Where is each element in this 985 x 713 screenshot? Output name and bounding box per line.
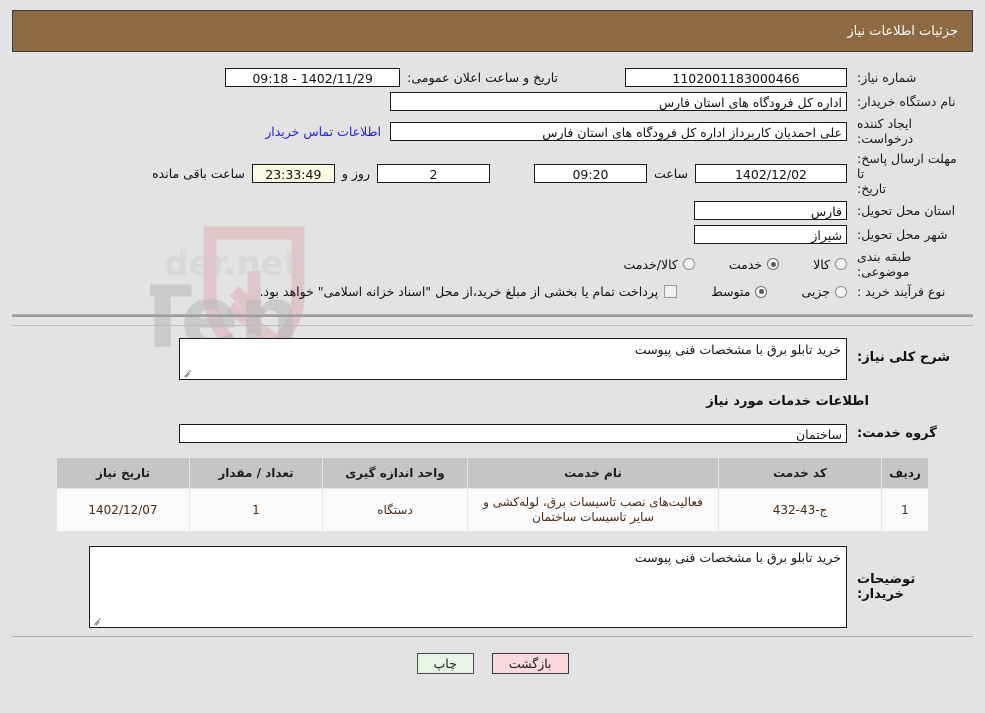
category-option-goods-label: کالا [813,256,830,272]
process-option-medium[interactable]: متوسط [711,284,768,299]
table-row: 1 ج-43-432 فعالیت‌های نصب تاسیسات برق، ل… [56,488,929,532]
table-header-row: ردیف کد خدمت نام خدمت واحد اندازه گیری ت… [56,457,929,489]
need-number-label: شماره نیاز: [857,70,917,85]
col-header-qty: تعداد / مقدار [189,457,323,489]
buyer-notes-label: توضیحات خریدار: [857,572,916,602]
services-table: ردیف کد خدمت نام خدمت واحد اندازه گیری ت… [56,457,929,532]
row-city: شهر محل تحویل: شیراز [12,225,973,244]
row-buyer-org: نام دستگاه خریدار: اداره کل فرودگاه های … [12,92,973,111]
page-title: جزئیات اطلاعات نیاز [847,23,958,39]
row-category: طبقه بندی موضوعی: کالا خدمت کالا/خدمت [12,249,973,279]
services-table-wrap: ردیف کد خدمت نام خدمت واحد اندازه گیری ت… [56,457,929,532]
cell-name: فعالیت‌های نصب تاسیسات برق، لوله‌کشی و س… [467,488,719,532]
category-radio-group: کالا خدمت کالا/خدمت [589,257,847,272]
print-button[interactable]: چاپ [416,653,474,674]
category-option-service-label: خدمت [728,256,763,272]
row-need-number: شماره نیاز: 1102001183000466 تاریخ و ساع… [12,68,973,87]
category-option-goods-service-label: کالا/خدمت [623,256,678,272]
province-value: فارس [694,201,847,220]
back-button[interactable]: بازگشت [491,653,569,674]
radio-icon[interactable] [835,258,847,270]
action-button-bar: بازگشت چاپ [0,653,985,674]
radio-icon[interactable] [767,258,780,270]
category-label: طبقه بندی موضوعی: [857,249,912,279]
row-service-group: گروه خدمت: ساختمان [12,424,973,443]
col-header-name: نام خدمت [467,457,719,489]
process-label: نوع فرآیند خرید : [857,284,946,299]
buyer-notes-textarea[interactable]: خرید تابلو برق با مشخصات فنی پیوست [89,546,847,628]
radio-icon[interactable] [682,258,695,270]
deadline-label-line1: مهلت ارسال پاسخ: تا [857,151,957,181]
treasury-checkbox[interactable] [664,285,678,298]
days-label: روز و [341,166,370,181]
process-option-minor[interactable]: جزیی [801,284,847,299]
announce-label: تاریخ و ساعت اعلان عمومی: [407,70,558,85]
city-label: شهر محل تحویل: [857,227,948,242]
resize-grip-icon[interactable] [183,368,192,377]
radio-icon[interactable] [835,285,847,298]
buyer-org-value: اداره کل فرودگاه های استان فارس [390,92,847,111]
row-deadline: مهلت ارسال پاسخ: تا تاریخ: 1402/12/02 سا… [12,151,973,196]
hour-label: ساعت [653,166,688,181]
general-desc-label: شرح کلی نیاز: [857,350,951,365]
creator-value: علی احمدیان کاربرداز اداره کل فرودگاه ها… [390,121,847,141]
cell-qty: 1 [189,488,323,532]
row-creator: ایجاد کننده درخواست: علی احمدیان کاربردا… [12,116,973,146]
cell-code: ج-43-432 [718,488,882,532]
buyer-notes-value: خرید تابلو برق با مشخصات فنی پیوست [634,550,841,565]
announce-value: 1402/11/29 - 09:18 [225,68,401,87]
col-header-unit: واحد اندازه گیری [322,457,468,489]
service-group-label: گروه خدمت: [857,426,937,441]
radio-icon[interactable] [755,285,768,298]
process-radio-group: جزیی متوسط [677,284,847,299]
treasury-checkbox-label: پرداخت تمام یا بخشی از مبلغ خرید،از محل … [259,284,659,299]
category-option-service[interactable]: خدمت [728,256,780,272]
general-desc-textarea[interactable]: خرید تابلو برق با مشخصات فنی پیوست [179,338,847,380]
category-option-goods[interactable]: کالا [813,257,847,272]
row-process: نوع فرآیند خرید : جزیی متوسط پرداخت تمام… [12,284,973,299]
cell-unit: دستگاه [322,488,468,532]
deadline-label-line2: تاریخ: [857,181,887,196]
days-remaining-value: 2 [376,164,490,183]
col-header-code: کد خدمت [718,457,882,489]
title-bar: جزئیات اطلاعات نیاز [12,10,973,52]
deadline-label: مهلت ارسال پاسخ: تا تاریخ: [847,151,965,196]
process-option-medium-label: متوسط [711,284,751,299]
province-label: استان محل تحویل: [857,203,956,218]
need-number-value: 1102001183000466 [625,68,847,87]
row-buyer-notes: توضیحات خریدار: خرید تابلو برق با مشخصات… [12,546,973,628]
services-section-title: اطلاعات خدمات مورد نیاز [706,394,869,409]
service-info-panel: شرح کلی نیاز: خرید تابلو برق با مشخصات ف… [12,325,973,637]
cell-date: 1402/12/07 [56,488,190,532]
countdown-value: 23:33:49 [251,164,335,183]
panel-divider [12,315,973,317]
buyer-contact-link[interactable]: اطلاعات تماس خریدار [256,124,390,139]
deadline-date-value: 1402/12/02 [695,164,847,183]
col-header-radif: ردیف [881,457,929,489]
row-province: استان محل تحویل: فارس [12,201,973,220]
countdown-label: ساعت باقی مانده [152,166,245,181]
general-desc-value: خرید تابلو برق با مشخصات فنی پیوست [634,342,841,357]
city-value: شیراز [694,225,847,244]
cell-radif: 1 [881,488,929,532]
process-option-minor-label: جزیی [801,284,830,299]
resize-grip-icon[interactable] [93,616,102,625]
buyer-org-label: نام دستگاه خریدار: [857,94,956,109]
service-group-value: ساختمان [179,424,847,443]
col-header-date: تاریخ نیاز [56,457,190,489]
creator-label: ایجاد کننده درخواست: [857,116,914,146]
hour-value: 09:20 [533,164,647,183]
row-general-desc: شرح کلی نیاز: خرید تابلو برق با مشخصات ف… [12,338,973,380]
category-option-goods-service[interactable]: کالا/خدمت [623,256,695,272]
need-info-panel: شماره نیاز: 1102001183000466 تاریخ و ساع… [12,60,973,315]
